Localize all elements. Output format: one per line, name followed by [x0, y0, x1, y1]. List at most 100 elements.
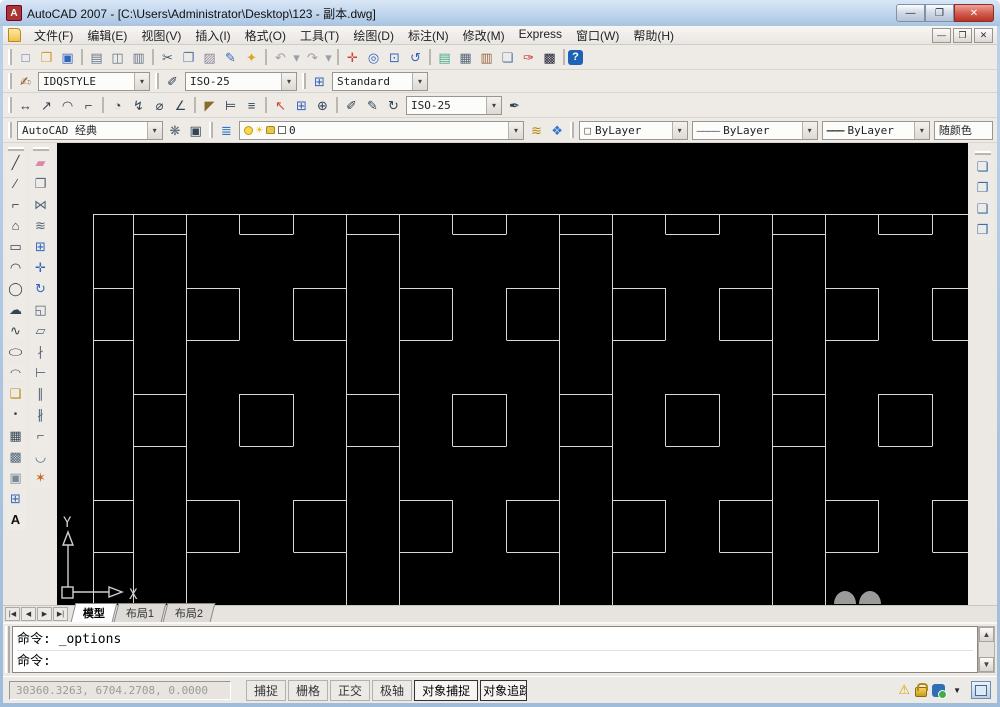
- designcenter-icon[interactable]: ▦: [455, 47, 476, 67]
- match-properties-icon[interactable]: ✎: [220, 47, 241, 67]
- insert-block-icon[interactable]: ❑: [4, 383, 27, 404]
- tab-prev-button[interactable]: ◀: [21, 607, 36, 621]
- lineweight-combo[interactable]: ——— ByLayer ▾: [821, 120, 930, 140]
- workspace-combo[interactable]: AutoCAD 经典 ▾: [17, 120, 163, 140]
- scroll-down-icon[interactable]: ▼: [979, 657, 994, 672]
- gradient-icon[interactable]: ▩: [4, 446, 27, 467]
- chevron-down-icon[interactable]: ▾: [486, 96, 501, 114]
- properties-palette-icon[interactable]: ▤: [434, 47, 455, 67]
- quick-leader-icon[interactable]: ↖: [270, 95, 291, 115]
- dim-arc-length-icon[interactable]: ◠: [57, 95, 78, 115]
- dim-style-combo[interactable]: ISO-25 ▾: [185, 71, 297, 91]
- fillet-icon[interactable]: ◡: [29, 446, 52, 467]
- mdi-minimize-button[interactable]: —: [932, 27, 951, 43]
- layer-combo[interactable]: ☀ 0 ▾: [238, 120, 525, 140]
- plot-preview-icon[interactable]: ◫: [107, 47, 128, 67]
- menu-item[interactable]: 编辑(E): [80, 26, 134, 45]
- new-file-icon[interactable]: □: [15, 47, 36, 67]
- dimension-update-icon[interactable]: ↻: [383, 95, 404, 115]
- chevron-down-icon[interactable]: ▾: [146, 121, 162, 139]
- chevron-down-icon[interactable]: ▾: [801, 121, 817, 139]
- erase-icon[interactable]: ▰: [29, 152, 52, 173]
- stretch-icon[interactable]: ▱: [29, 320, 52, 341]
- layer-color-swatch[interactable]: [277, 126, 286, 134]
- linetype-combo[interactable]: ———— ByLayer ▾: [691, 120, 818, 140]
- drawing-file-icon[interactable]: [8, 28, 21, 42]
- annotation-scale-icon[interactable]: ⚠: [898, 682, 910, 698]
- drawing-canvas[interactable]: Y X: [57, 143, 968, 605]
- hatch-icon[interactable]: ▦: [4, 425, 27, 446]
- help-icon[interactable]: ?: [568, 49, 583, 65]
- zoom-previous-icon[interactable]: ↺: [405, 47, 426, 67]
- arc-icon[interactable]: ◠: [4, 257, 27, 278]
- menu-item[interactable]: 帮助(H): [626, 26, 681, 45]
- toggle-polar[interactable]: 极轴: [372, 679, 413, 701]
- quickcalc-icon[interactable]: ▩: [539, 47, 560, 67]
- dim-ordinate-icon[interactable]: ⌐: [78, 95, 99, 115]
- publish-icon[interactable]: ▥: [128, 47, 149, 67]
- toolbar-grip[interactable]: [155, 73, 159, 89]
- tray-menu-arrow-icon[interactable]: ▼: [953, 686, 961, 695]
- menu-item[interactable]: 工具(T): [293, 26, 346, 45]
- tab-model[interactable]: 模型: [70, 603, 118, 622]
- dim-diameter-icon[interactable]: ⌀: [149, 95, 170, 115]
- chevron-down-icon[interactable]: ▾: [671, 121, 687, 139]
- chevron-down-icon[interactable]: ▾: [412, 72, 427, 90]
- line-icon[interactable]: ╱: [4, 152, 27, 173]
- menu-item[interactable]: 文件(F): [27, 26, 80, 45]
- array-icon[interactable]: ⊞: [29, 236, 52, 257]
- menu-item[interactable]: 格式(O): [238, 26, 293, 45]
- bring-to-front-icon[interactable]: ❏: [971, 156, 994, 177]
- toolbar-grip[interactable]: [8, 97, 12, 113]
- mtext-icon[interactable]: A: [4, 509, 27, 530]
- color-combo[interactable]: □ ByLayer ▾: [579, 120, 688, 140]
- layer-previous-icon[interactable]: ≋: [526, 120, 547, 140]
- menu-item[interactable]: Express: [512, 26, 569, 45]
- plot-style-combo[interactable]: 随颜色: [933, 120, 993, 140]
- menu-item[interactable]: 修改(M): [456, 26, 512, 45]
- menu-item[interactable]: 绘图(D): [346, 26, 401, 45]
- layer-on-bulb-icon[interactable]: [243, 125, 253, 135]
- rotate-icon[interactable]: ↻: [29, 278, 52, 299]
- rectangle-icon[interactable]: ▭: [4, 236, 27, 257]
- toolbar-grip[interactable]: [209, 122, 214, 138]
- dim-style-icon[interactable]: ✐: [162, 71, 183, 91]
- layer-lock-icon[interactable]: [265, 126, 275, 134]
- trim-icon[interactable]: ∤: [29, 341, 52, 362]
- cut-icon[interactable]: ✂: [157, 47, 178, 67]
- layer-freeze-sun-icon[interactable]: ☀: [256, 123, 263, 137]
- chevron-down-icon[interactable]: ▾: [508, 121, 524, 139]
- toolbar-grip[interactable]: [974, 151, 991, 155]
- toggle-ortho[interactable]: 正交: [330, 679, 371, 701]
- tolerance-icon[interactable]: ⊞: [291, 95, 312, 115]
- markup-set-manager-icon[interactable]: ✑: [518, 47, 539, 67]
- scale-icon[interactable]: ◱: [29, 299, 52, 320]
- quick-dimension-icon[interactable]: ◤: [199, 95, 220, 115]
- maximize-button[interactable]: ❐: [925, 4, 954, 22]
- menu-item[interactable]: 插入(I): [188, 26, 237, 45]
- explode-icon[interactable]: ✶: [29, 467, 52, 488]
- dim-angular-icon[interactable]: ∠: [170, 95, 191, 115]
- clean-screen-button[interactable]: [971, 681, 991, 699]
- ellipse-arc-icon[interactable]: ◠: [4, 365, 27, 380]
- chevron-down-icon[interactable]: ▾: [281, 72, 296, 90]
- toggle-grid[interactable]: 栅格: [288, 679, 329, 701]
- toolbar-grip[interactable]: [302, 73, 306, 89]
- trusted-dwg-icon[interactable]: [932, 683, 948, 699]
- toggle-snap[interactable]: 捕捉: [246, 679, 287, 701]
- dim-linear-icon[interactable]: ↔: [15, 95, 36, 115]
- polyline-icon[interactable]: ⌐: [4, 194, 27, 215]
- zoom-realtime-icon[interactable]: ◎: [363, 47, 384, 67]
- dimension-text-edit-icon[interactable]: ✎: [362, 95, 383, 115]
- save-icon[interactable]: ▣: [57, 47, 78, 67]
- plot-icon[interactable]: ▤: [86, 47, 107, 67]
- break-at-point-icon[interactable]: ∥: [29, 383, 52, 404]
- offset-icon[interactable]: ≋: [29, 215, 52, 236]
- tab-last-button[interactable]: ▶|: [53, 607, 68, 621]
- text-style-icon[interactable]: ✍: [15, 71, 36, 91]
- sheet-set-manager-icon[interactable]: ❏: [497, 47, 518, 67]
- construction-line-icon[interactable]: ∕: [4, 173, 27, 194]
- dimension-style-combo[interactable]: ISO-25 ▾: [406, 95, 502, 115]
- move-icon[interactable]: ✛: [29, 257, 52, 278]
- chamfer-icon[interactable]: ⌐: [29, 425, 52, 446]
